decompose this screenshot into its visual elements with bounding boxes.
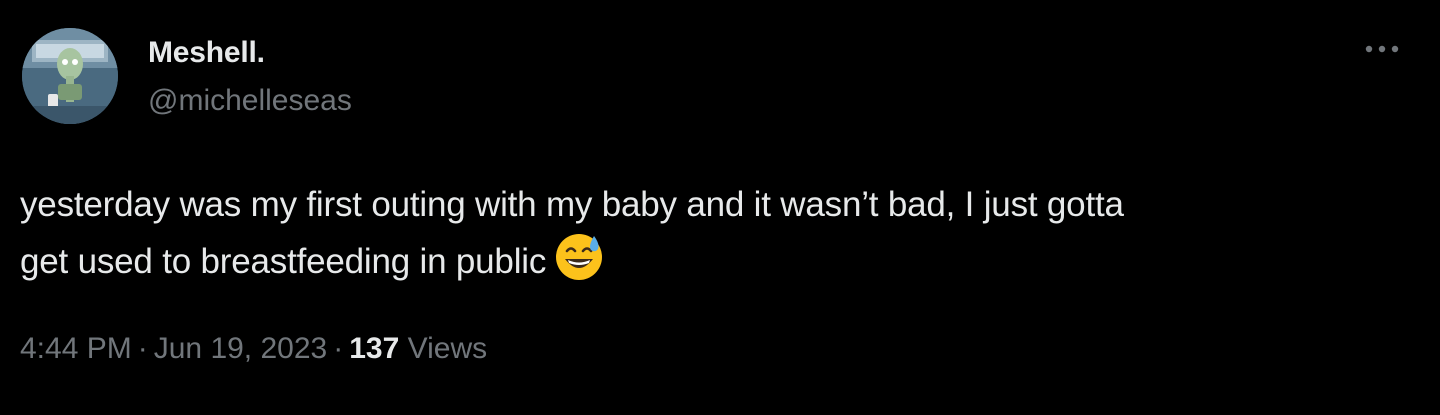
author-handle[interactable]: @michelleseas — [148, 84, 352, 118]
tweet-metadata: 4:44 PM · Jun 19, 2023 · 137 Views — [20, 332, 487, 366]
avatar-image — [22, 28, 118, 124]
views-count: 137 — [349, 332, 400, 365]
grinning-face-with-sweat-emoji — [556, 234, 603, 280]
views-label: Views — [407, 332, 488, 365]
author-avatar[interactable] — [22, 28, 118, 124]
more-horizontal-icon — [1365, 45, 1399, 53]
more-options-button[interactable] — [1360, 34, 1404, 64]
tweet-text: yesterday was my first outing with my ba… — [20, 178, 1420, 289]
tweet-date[interactable]: Jun 19, 2023 — [154, 332, 327, 365]
tweet-text-line-1: yesterday was my first outing with my ba… — [20, 185, 1124, 224]
meta-separator: · — [137, 332, 148, 365]
meta-separator: · — [333, 332, 344, 365]
author-display-name[interactable]: Meshell. — [148, 36, 265, 70]
tweet-card: Meshell. @michelleseas yesterday was my … — [0, 0, 1440, 415]
tweet-text-line-2-content: get used to breastfeeding in public — [20, 242, 547, 281]
tweet-time[interactable]: 4:44 PM — [20, 332, 132, 365]
tweet-text-line-2: get used to breastfeeding in public — [20, 232, 1420, 289]
